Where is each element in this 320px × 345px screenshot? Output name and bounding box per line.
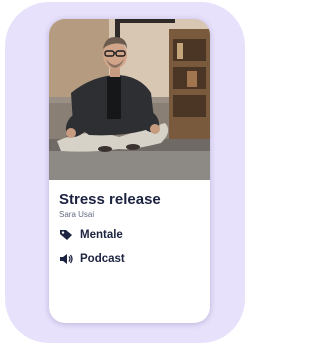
cover-photo xyxy=(49,19,210,180)
tag-format: Podcast xyxy=(59,252,204,266)
tag-format-label: Podcast xyxy=(80,253,125,265)
card-content: Stress release Sara Usai Mentale Podcast xyxy=(59,190,204,266)
card-author: Sara Usai xyxy=(59,210,95,219)
tag-category: Mentale xyxy=(59,228,204,242)
card-title[interactable]: Stress release xyxy=(59,190,204,209)
tag-category-label: Mentale xyxy=(80,229,123,241)
content-card[interactable]: Stress release Sara Usai Mentale Podcast xyxy=(49,19,210,323)
speaker-icon xyxy=(59,253,74,265)
tag-icon xyxy=(59,229,74,241)
